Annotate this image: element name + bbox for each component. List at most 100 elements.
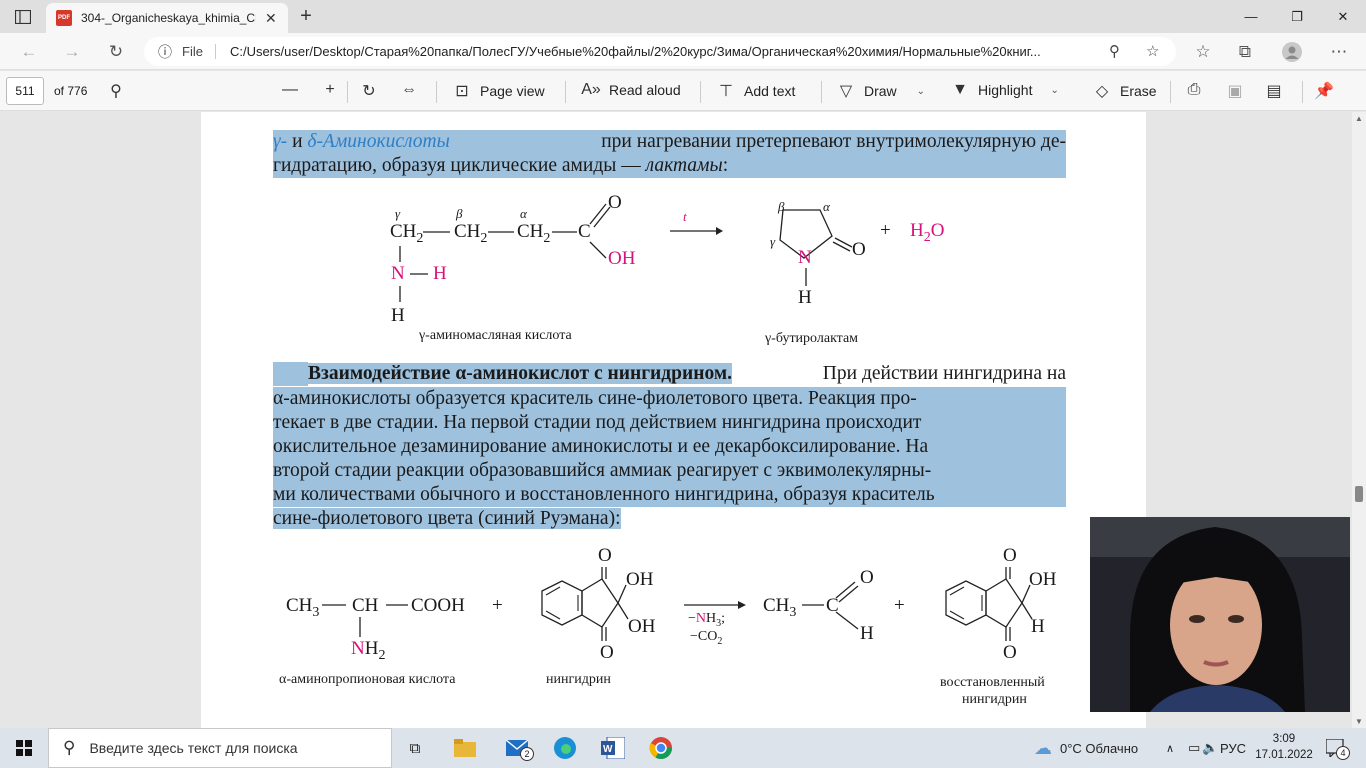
info-icon[interactable]: ⓘ	[158, 42, 172, 62]
weather-text: 0°C Облачно	[1060, 740, 1139, 756]
vertical-scrollbar[interactable]: ▲ ▼	[1352, 112, 1366, 728]
search-placeholder: Введите здесь текст для поиска	[89, 740, 298, 756]
new-tab-button[interactable]: +	[294, 5, 318, 28]
print-icon[interactable]: ⎙	[1184, 81, 1204, 99]
windows-start-icon[interactable]	[0, 728, 48, 768]
gamma-term: γ-	[273, 131, 288, 152]
chevron-down-icon[interactable]: ⌄	[917, 86, 925, 97]
reaction-1-bonds	[399, 203, 853, 302]
draw-pen-icon: ▽	[839, 83, 853, 100]
video-overlay[interactable]	[1090, 517, 1350, 712]
text-line: второй стадии реакции образовавшийся амм…	[273, 459, 1066, 483]
tab-close-icon[interactable]: ✕	[265, 10, 277, 27]
clock-date: 17.01.2022	[1255, 749, 1313, 761]
lactams-term: лактамы	[645, 155, 723, 176]
show-hidden-icons-icon[interactable]: ∧	[1166, 728, 1174, 768]
edge-browser-icon[interactable]	[550, 733, 580, 763]
zoom-icon[interactable]: ⚲	[1109, 42, 1120, 60]
beta-label: β	[778, 199, 785, 214]
more-menu-icon[interactable]: ⋯	[1328, 41, 1350, 63]
read-aloud-label: Read aloud	[609, 82, 681, 98]
caption-reduced-ninhydrin: нингидрин	[962, 692, 1027, 707]
url-text[interactable]: C:/Users/user/Desktop/Старая%20папка/Пол…	[230, 44, 1100, 59]
oxygen-atom: O	[852, 239, 866, 260]
water-formula: H2O	[910, 220, 945, 245]
clock[interactable]: 3:09 17.01.2022	[1254, 731, 1314, 763]
caption-alanine: α-аминопропионовая кислота	[279, 672, 456, 687]
text-line: текает в две стадии. На первой стадии по…	[273, 411, 1066, 435]
eraser-icon: ◇	[1095, 83, 1109, 100]
draw-label: Draw	[864, 83, 897, 99]
text-fragment: при нагревании претерпевают внутримолеку…	[601, 131, 1066, 152]
taskbar-search-box[interactable]: ⚲ Введите здесь текст для поиска	[48, 728, 392, 768]
word-and: и	[292, 131, 303, 152]
chrome-icon[interactable]	[646, 733, 676, 763]
divider	[436, 81, 437, 103]
mail-icon[interactable]: 2	[502, 733, 534, 763]
chevron-down-icon[interactable]: ⌄	[1050, 85, 1058, 96]
weather-widget[interactable]: ☁ 0°C Облачно	[1034, 728, 1138, 768]
restore-button[interactable]: ❐	[1274, 0, 1320, 33]
add-text-button[interactable]: ⊤ Add text	[716, 81, 795, 101]
forward-arrow-icon[interactable]: →	[61, 41, 83, 63]
back-arrow-icon[interactable]: ←	[18, 41, 40, 63]
caption-reduced-ninhydrin: восстановленный	[940, 675, 1045, 690]
task-view-icon[interactable]: ⧉	[400, 733, 430, 763]
plus-sign: +	[880, 220, 891, 241]
refresh-icon[interactable]: ↻	[105, 41, 127, 63]
search-icon[interactable]: ⚲	[106, 81, 126, 101]
page-view-icon: ⊡	[455, 83, 469, 100]
add-text-label: Add text	[744, 83, 796, 99]
text-fragment: сине-фиолетового цвета (синий Руэмана):	[273, 508, 621, 529]
minimize-button[interactable]: —	[1228, 0, 1274, 33]
page-view-button[interactable]: ⊡ Page view	[452, 81, 545, 101]
clock-time: 3:09	[1272, 733, 1296, 745]
rotate-icon[interactable]: ↻	[359, 81, 379, 101]
file-explorer-icon[interactable]	[450, 733, 480, 763]
save-as-icon[interactable]: ▤	[1264, 81, 1284, 101]
page-number-input[interactable]: 511	[6, 77, 44, 105]
tab-actions-icon[interactable]	[10, 6, 36, 28]
draw-button[interactable]: ▽ Draw ⌄	[836, 81, 925, 101]
profile-avatar-icon[interactable]	[1281, 41, 1303, 63]
favorites-icon[interactable]: ☆	[1192, 41, 1214, 63]
language-indicator[interactable]: РУС	[1220, 728, 1246, 768]
mail-badge: 2	[520, 747, 534, 761]
erase-button[interactable]: ◇ Erase	[1092, 81, 1157, 101]
divider	[1170, 81, 1171, 103]
save-icon[interactable]: ▣	[1225, 81, 1245, 101]
pdf-file-icon: PDF	[56, 10, 72, 26]
alpha-label: α	[823, 199, 830, 214]
favorite-star-icon[interactable]: ☆	[1146, 42, 1159, 60]
collections-icon[interactable]: ⧉	[1234, 41, 1256, 63]
text-line: При действии нингидрина на	[768, 362, 1066, 386]
caption-ninhydrin: нингидрин	[546, 672, 611, 687]
gamma-label: γ	[770, 234, 776, 249]
hydrogen-atom: H	[798, 287, 812, 308]
notifications-icon[interactable]: 4	[1326, 728, 1350, 768]
scroll-thumb[interactable]	[1355, 486, 1363, 502]
address-bar[interactable]: ⓘ File C:/Users/user/Desktop/Старая%20па…	[144, 37, 1176, 66]
delta-aminoacids-term: δ-Аминокислоты	[307, 131, 450, 152]
nitrogen-atom: N	[798, 247, 812, 268]
read-aloud-button[interactable]: A» Read aloud	[581, 81, 681, 99]
close-window-button[interactable]: ✕	[1320, 0, 1366, 33]
browser-tab[interactable]: PDF 304-_Organicheskaya_khimia_Ch ✕	[46, 3, 288, 33]
text-line: γ- и δ-Аминокислоты при нагревании прете…	[273, 130, 1066, 154]
colon: :	[722, 155, 729, 176]
cloud-icon: ☁	[1034, 737, 1052, 758]
word-icon[interactable]: W	[598, 733, 628, 763]
caption-gamma-butyrolactam: γ-бутиролактам	[765, 331, 859, 346]
page-view-label: Page view	[480, 83, 545, 99]
network-icon[interactable]: ▭	[1188, 728, 1200, 768]
highlight-button[interactable]: ▼ Highlight ⌄	[950, 81, 1059, 99]
pdf-toolbar: 511 of 776 ⚲ — + ↻ ⇔ ⊡ Page view A» Read a…	[0, 71, 1366, 111]
volume-icon[interactable]: 🔈	[1202, 728, 1218, 768]
scroll-up-icon[interactable]: ▲	[1355, 114, 1363, 123]
pin-toolbar-icon[interactable]: 📌	[1314, 81, 1334, 101]
zoom-out-icon[interactable]: —	[280, 81, 300, 99]
scroll-down-icon[interactable]: ▼	[1355, 717, 1363, 726]
fit-width-icon[interactable]: ⇔	[399, 81, 419, 99]
file-label: File	[182, 44, 216, 59]
zoom-in-icon[interactable]: +	[320, 81, 340, 99]
